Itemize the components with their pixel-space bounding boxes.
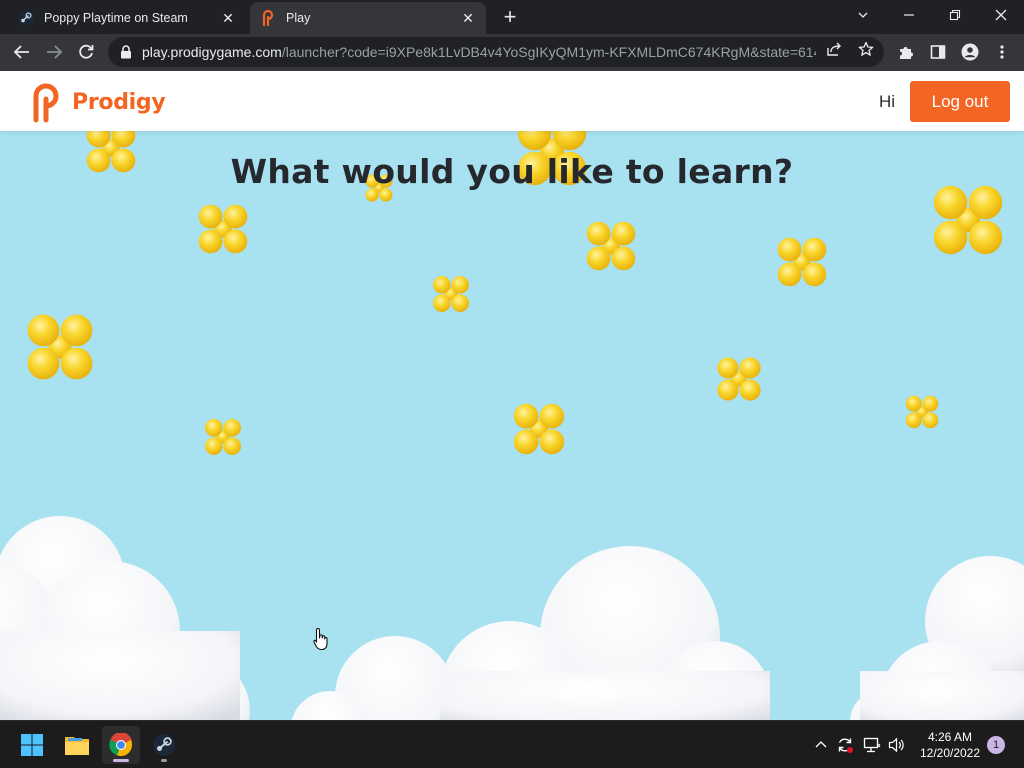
profile-icon[interactable] bbox=[960, 42, 980, 62]
chevron-up-icon[interactable] bbox=[811, 735, 831, 755]
system-clock[interactable]: 4:26 AM 12/20/2022 bbox=[914, 729, 986, 761]
windows-taskbar: 4:26 AM 12/20/2022 1 bbox=[0, 720, 1024, 768]
side-panel-icon[interactable] bbox=[928, 42, 948, 62]
prodigy-icon bbox=[260, 10, 276, 26]
prodigy-page: Prodigy Hi Log out What would you like t… bbox=[0, 71, 1024, 720]
lock-icon[interactable] bbox=[118, 44, 134, 60]
minimize-icon[interactable] bbox=[886, 0, 932, 30]
url-host: play.prodigygame.com bbox=[142, 44, 282, 60]
windows-start-icon[interactable] bbox=[13, 726, 51, 764]
chrome-menu-icon[interactable] bbox=[992, 42, 1012, 62]
url-path: /launcher?code=i9XPe8k1LvDB4v4YoSgIKyQM1… bbox=[281, 44, 816, 60]
tab-play[interactable]: Play ✕ bbox=[250, 2, 486, 34]
steam-icon bbox=[18, 10, 34, 26]
greeting-text: Hi bbox=[879, 92, 896, 111]
forward-icon[interactable] bbox=[40, 38, 68, 66]
bookmark-star-icon[interactable] bbox=[858, 41, 874, 57]
tab-search-icon[interactable] bbox=[840, 0, 886, 30]
sync-icon[interactable] bbox=[835, 735, 855, 755]
volume-icon[interactable] bbox=[887, 735, 907, 755]
tab-title: Poppy Playtime on Steam bbox=[44, 11, 188, 25]
close-tab-icon[interactable]: ✕ bbox=[220, 10, 236, 26]
close-window-icon[interactable] bbox=[978, 0, 1024, 30]
close-tab-icon[interactable]: ✕ bbox=[460, 10, 476, 26]
active-app-indicator bbox=[113, 759, 129, 762]
back-icon[interactable] bbox=[8, 38, 36, 66]
prodigy-logo-icon bbox=[33, 83, 59, 123]
prodigy-logo[interactable]: Prodigy bbox=[24, 80, 166, 124]
tab-poppy-playtime[interactable]: Poppy Playtime on Steam ✕ bbox=[8, 2, 246, 34]
running-app-indicator bbox=[161, 759, 167, 762]
url-text: play.prodigygame.com/launcher?code=i9XPe… bbox=[142, 44, 816, 60]
steam-icon[interactable] bbox=[145, 726, 183, 764]
site-header: Prodigy Hi Log out bbox=[0, 71, 1024, 131]
logout-button[interactable]: Log out bbox=[910, 81, 1010, 122]
address-bar[interactable]: play.prodigygame.com/launcher?code=i9XPe… bbox=[108, 37, 884, 67]
clock-time: 4:26 AM bbox=[927, 730, 973, 744]
network-icon[interactable] bbox=[862, 735, 882, 755]
chrome-icon[interactable] bbox=[102, 726, 140, 764]
new-tab-button[interactable]: + bbox=[498, 6, 522, 30]
file-explorer-icon[interactable] bbox=[58, 726, 96, 764]
tab-title: Play bbox=[286, 11, 311, 25]
notification-badge[interactable]: 1 bbox=[987, 736, 1005, 754]
browser-toolbar: play.prodigygame.com/launcher?code=i9XPe… bbox=[0, 34, 1024, 71]
share-icon[interactable] bbox=[826, 41, 842, 57]
reload-icon[interactable] bbox=[72, 38, 100, 66]
hand-pointer-cursor-icon bbox=[313, 627, 328, 651]
logo-text: Prodigy bbox=[72, 89, 166, 115]
browser-tab-strip: Poppy Playtime on Steam ✕ Play ✕ + bbox=[0, 0, 1024, 34]
page-heading: What would you like to learn? bbox=[230, 152, 794, 191]
restore-icon[interactable] bbox=[932, 0, 978, 30]
clock-date: 12/20/2022 bbox=[919, 746, 981, 760]
extensions-icon[interactable] bbox=[896, 42, 916, 62]
